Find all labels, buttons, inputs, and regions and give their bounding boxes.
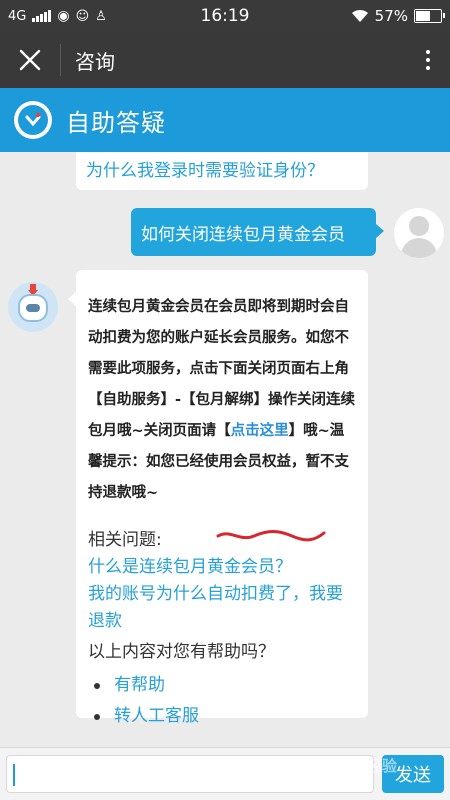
prev-question-link[interactable]: 为什么我登录时需要验证身份？ [86, 161, 324, 181]
more-dot-icon [426, 58, 430, 62]
status-bar: 4G ◉ ☺ ♙ 16:19 57% [0, 0, 450, 32]
bot-answer-bubble: 连续包月黄金会员在会员即将到期时会自动扣费为您的账户延长会员服务。如您不需要此项… [68, 270, 368, 726]
text-caret [13, 764, 15, 786]
related-question-link[interactable]: 什么是连续包月黄金会员？ [88, 554, 358, 581]
page-title: 咨询 [75, 49, 115, 74]
answer-text: 连续包月黄金会员在会员即将到期时会自动扣费为您的账户延长会员服务。如您不需要此项… [88, 299, 356, 501]
battery-icon [414, 9, 445, 23]
related-questions: 相关问题: 什么是连续包月黄金会员？ 我的账号为什么自动扣费了，我要退款 [88, 527, 358, 635]
message-input[interactable] [6, 755, 374, 793]
bullet-icon [94, 713, 100, 720]
close-icon [19, 49, 41, 71]
more-menu-button[interactable] [406, 32, 450, 88]
more-dot-icon [426, 50, 430, 54]
red-underline-annotation [216, 530, 326, 542]
close-button[interactable] [0, 32, 60, 88]
helpful-options: 有帮助 转人工客服 [88, 670, 358, 732]
service-title: 自助答疑 [66, 108, 166, 137]
chat-area[interactable]: 为什么我登录时需要验证身份？ 如何关闭连续包月黄金会员 连续包月黄金会员在会员即… [0, 152, 450, 747]
more-dot-icon [426, 66, 430, 70]
service-header: 自助答疑 [0, 88, 450, 152]
helpful-option-yes[interactable]: 有帮助 [88, 670, 358, 701]
baidu-watermark: Bai 经验 [335, 757, 397, 775]
helpful-option-human[interactable]: 转人工客服 [88, 701, 358, 732]
app-bar: 咨询 [0, 32, 450, 88]
bot-avatar [8, 282, 58, 332]
battery-percent: 57% [374, 7, 408, 25]
click-here-link[interactable]: 点击这里 [231, 423, 289, 439]
brand-logo-icon [14, 101, 52, 139]
prev-question-bubble[interactable]: 为什么我登录时需要验证身份？ [76, 152, 368, 190]
robot-icon [18, 294, 48, 322]
user-message-bubble: 如何关闭连续包月黄金会员 [131, 208, 384, 256]
wifi-icon [351, 9, 368, 22]
helpful-prompt: 以上内容对您有帮助吗？ [88, 642, 275, 662]
related-question-link[interactable]: 我的账号为什么自动扣费了，我要退款 [88, 581, 358, 635]
bullet-icon [94, 682, 100, 689]
user-avatar [394, 208, 444, 258]
